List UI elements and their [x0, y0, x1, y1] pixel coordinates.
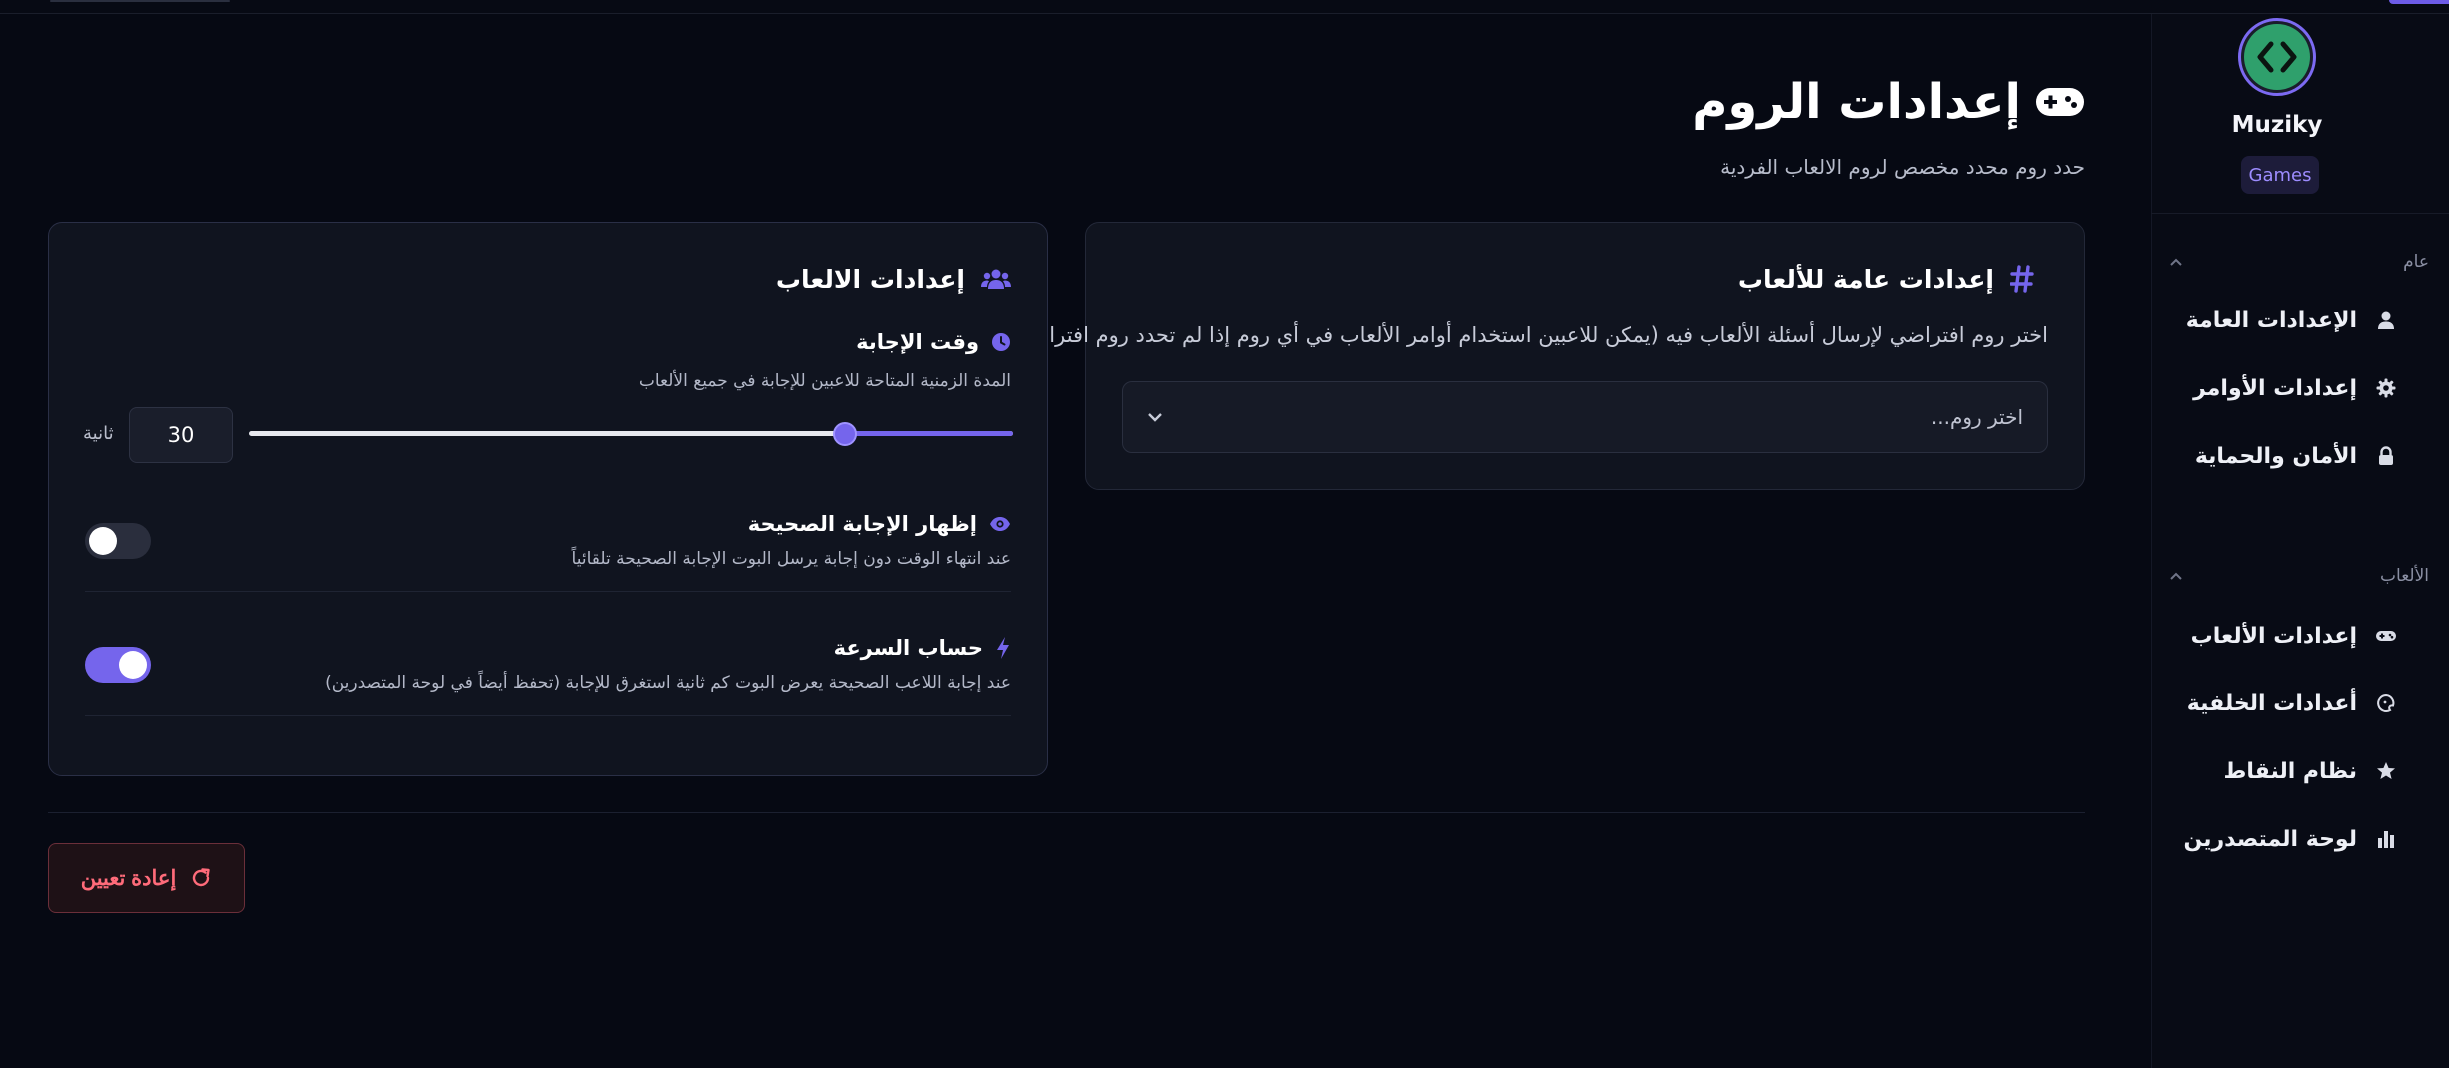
setting-title-text: وقت الإجابة: [856, 330, 979, 354]
page-divider: [48, 812, 2085, 813]
users-icon: [981, 268, 1011, 290]
sidebar-item-label: الإعدادات العامة: [2185, 307, 2357, 333]
sidebar-item-general-settings[interactable]: الإعدادات العامة: [2186, 300, 2397, 340]
toggle-knob: [89, 527, 117, 555]
show-answer-description: عند انتهاء الوقت دون إجابة يرسل البوت ال…: [571, 549, 1011, 569]
rotate-icon: [190, 867, 212, 889]
avatar[interactable]: [2238, 18, 2316, 96]
sidebar-item-label: إعدادات الألعاب: [2190, 623, 2357, 649]
code-brackets-icon: [2244, 24, 2310, 90]
gamepad-icon: [2375, 625, 2397, 647]
bolt-icon: [995, 636, 1011, 660]
sidebar-item-label: إعدادات الأوامر: [2193, 375, 2357, 401]
clock-icon: [991, 332, 1011, 352]
toggle-knob: [119, 651, 147, 679]
sidebar-item-label: لوحة المتصدرين: [2183, 826, 2357, 852]
slider-fill: [845, 431, 1013, 436]
sidebar-item-games-settings[interactable]: إعدادات الألعاب: [2191, 616, 2397, 656]
eye-icon: [989, 516, 1011, 532]
speed-calc-title: حساب السرعة: [834, 633, 1011, 663]
chevron-down-icon: [1147, 412, 1163, 422]
sidebar-item-label: الأمان والحماية: [2194, 443, 2357, 469]
gamepad-icon: [2035, 85, 2085, 119]
divider: [85, 591, 1011, 592]
setting-title-text: إظهار الإجابة الصحيحة: [747, 512, 977, 536]
user-icon: [2375, 309, 2397, 331]
sidebar-item-security[interactable]: الأمان والحماية: [2195, 436, 2397, 476]
sidebar-brand: Muziky Games: [2151, 14, 2449, 214]
brand-name: Muziky: [2231, 112, 2323, 138]
sidebar-section-title: الألعاب: [2380, 566, 2429, 586]
sidebar-item-background-settings[interactable]: أعدادات الخلفية: [2187, 683, 2397, 723]
speed-calc-toggle[interactable]: [85, 647, 151, 683]
bar-chart-icon: [2375, 828, 2397, 850]
top-bar-accent: [2389, 0, 2449, 4]
sidebar-section-games[interactable]: الألعاب: [2169, 564, 2429, 588]
setting-title-text: حساب السرعة: [833, 636, 983, 660]
answer-time-description: المدة الزمنية المتاحة للاعبين للإجابة في…: [638, 371, 1011, 391]
sidebar: Muziky Games عام الإعدادات العامة إعدادا…: [2151, 14, 2449, 1068]
top-bar-tab: [50, 0, 230, 2]
page-title-text: إعدادات الروم: [1692, 74, 2021, 130]
show-answer-title: إظهار الإجابة الصحيحة: [748, 509, 1011, 539]
sidebar-item-commands-settings[interactable]: إعدادات الأوامر: [2193, 368, 2397, 408]
gear-icon: [2375, 377, 2397, 399]
brand-badge: Games: [2241, 156, 2319, 194]
default-room-select[interactable]: اختر روم...: [1122, 381, 2048, 453]
seconds-unit-label: ثانية: [83, 423, 114, 444]
chevron-up-icon: [2169, 571, 2183, 581]
show-answer-toggle[interactable]: [85, 523, 151, 559]
card-title: إعدادات الالعاب: [776, 261, 1011, 297]
slider-thumb[interactable]: [833, 422, 857, 446]
select-placeholder: اختر روم...: [1930, 405, 2023, 429]
card-title-text: إعدادات الالعاب: [775, 264, 965, 294]
card-title: إعدادات عامة للألعاب: [1738, 261, 2034, 297]
sidebar-section-general[interactable]: عام: [2169, 250, 2429, 274]
games-settings-card: إعدادات الالعاب وقت الإجابة المدة الزمني…: [48, 222, 1048, 776]
reset-button[interactable]: إعادة تعيين: [48, 843, 245, 913]
card-title-text: إعدادات عامة للألعاب: [1737, 264, 1994, 294]
sidebar-item-leaderboard[interactable]: لوحة المتصدرين: [2183, 819, 2397, 859]
divider: [85, 715, 1011, 716]
speed-calc-description: عند إجابة اللاعب الصحيحة يعرض البوت كم ث…: [325, 673, 1011, 693]
answer-time-input[interactable]: [129, 407, 233, 463]
reset-button-label: إعادة تعيين: [80, 866, 177, 890]
top-bar: [0, 0, 2449, 14]
general-settings-card: إعدادات عامة للألعاب اختر روم افتراضي لإ…: [1006, 222, 2085, 490]
sidebar-item-points-system[interactable]: نظام النقاط: [2224, 751, 2397, 791]
sidebar-item-label: نظام النقاط: [2223, 758, 2357, 784]
card-description: اختر روم افتراضي لإرسال أسئلة الألعاب في…: [1005, 323, 2048, 347]
sidebar-item-label: أعدادات الخلفية: [2186, 690, 2357, 716]
sidebar-section-title: عام: [2403, 252, 2429, 272]
chevron-up-icon: [2169, 257, 2183, 267]
answer-time-title: وقت الإجابة: [856, 327, 1011, 357]
page-subtitle: حدد روم محدد مخصص لروم الالعاب الفردية: [1720, 155, 2085, 179]
answer-time-slider[interactable]: [249, 422, 1013, 446]
palette-icon: [2375, 692, 2397, 714]
hashtag-icon: [2010, 265, 2034, 293]
lock-icon: [2375, 445, 2397, 467]
page-title: إعدادات الروم: [1692, 70, 2085, 134]
star-icon: [2375, 760, 2397, 782]
